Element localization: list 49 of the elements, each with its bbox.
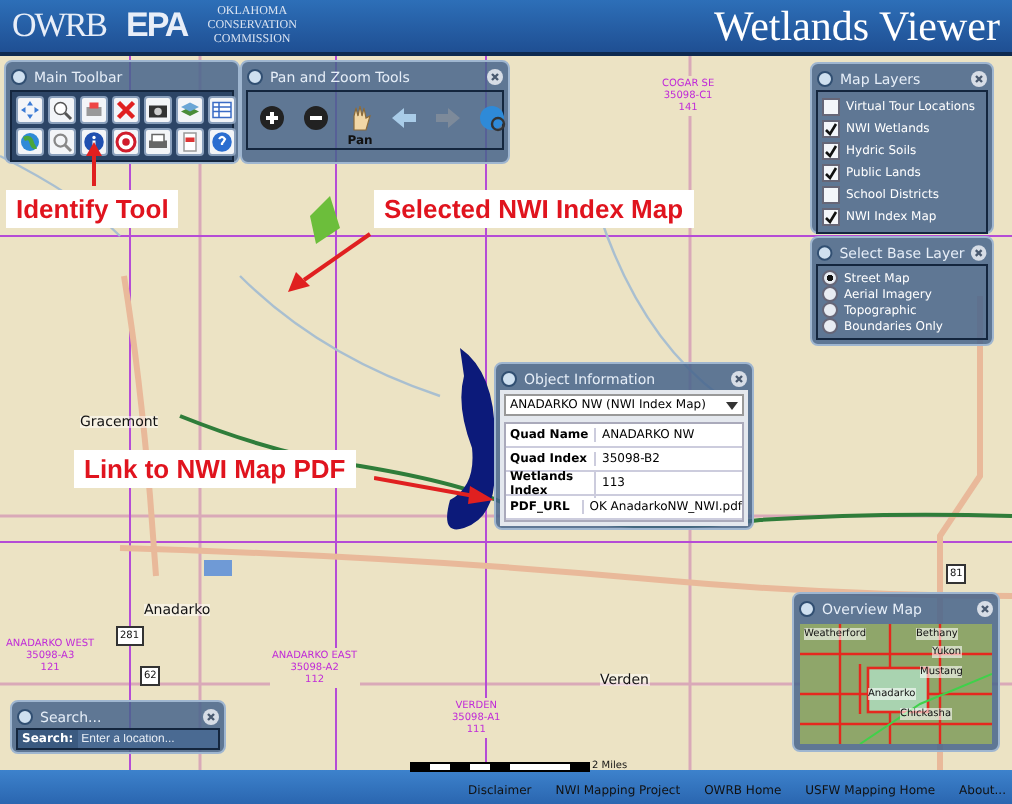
close-icon[interactable] xyxy=(202,708,220,726)
pan-arrows-icon xyxy=(18,98,42,122)
wetland-patch xyxy=(310,196,340,244)
arrow-icon xyxy=(374,474,494,506)
checkbox[interactable] xyxy=(822,164,840,182)
printer-icon xyxy=(146,130,170,154)
close-icon[interactable] xyxy=(486,68,504,86)
forward-arrow-icon xyxy=(432,102,464,134)
tool-button[interactable] xyxy=(256,102,288,134)
checkbox[interactable] xyxy=(822,186,840,204)
app-title: Wetlands Viewer xyxy=(713,1,1000,51)
close-icon[interactable] xyxy=(976,600,994,618)
callout-label: Link to NWI Map PDF xyxy=(74,450,356,488)
target-icon xyxy=(114,130,138,154)
pond xyxy=(204,560,232,576)
checkmark-icon xyxy=(824,210,838,224)
document-icon xyxy=(178,130,202,154)
toolbar-button[interactable] xyxy=(208,96,236,124)
radio-button[interactable] xyxy=(822,286,838,302)
logo-text: EPA xyxy=(126,6,188,46)
checkbox[interactable] xyxy=(822,142,840,160)
checkbox[interactable] xyxy=(822,98,840,116)
delete-icon xyxy=(114,98,138,122)
radio-button[interactable] xyxy=(822,270,838,286)
zoom-out-icon xyxy=(300,102,332,134)
toolbar-button[interactable] xyxy=(144,96,172,124)
callout-label: Identify Tool xyxy=(6,190,179,228)
help-icon xyxy=(210,130,234,154)
tool-button[interactable] xyxy=(300,102,332,134)
radio-button[interactable] xyxy=(822,302,838,318)
callout-label: Selected NWI Index Map xyxy=(374,190,694,228)
close-icon[interactable] xyxy=(730,370,748,388)
logo-text: OWRB xyxy=(12,6,106,46)
zoom-in-icon xyxy=(256,102,288,134)
radio-button[interactable] xyxy=(822,318,838,334)
checkbox[interactable] xyxy=(822,208,840,226)
caret-icon xyxy=(726,401,738,409)
scale-bar-icon xyxy=(410,761,590,771)
table-icon xyxy=(210,98,234,122)
printer-icon xyxy=(82,98,106,122)
close-icon[interactable] xyxy=(970,244,988,262)
checkbox[interactable] xyxy=(822,120,840,138)
arrow-icon xyxy=(288,232,372,292)
toolbar-button[interactable] xyxy=(208,128,236,156)
toolbar-button[interactable] xyxy=(112,128,140,156)
close-icon[interactable] xyxy=(970,70,988,88)
back-arrow-icon xyxy=(388,102,420,134)
arrow-icon xyxy=(86,142,102,186)
toolbar-button[interactable] xyxy=(144,128,172,156)
